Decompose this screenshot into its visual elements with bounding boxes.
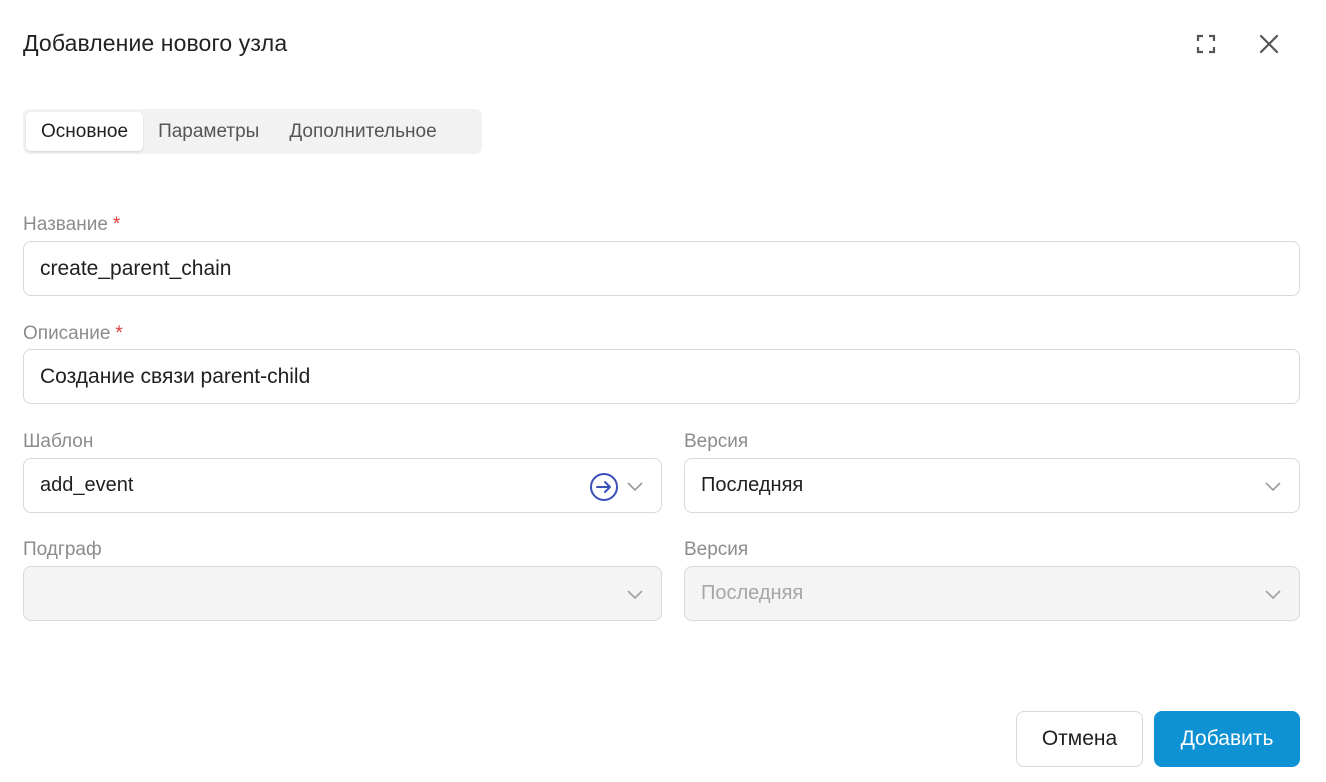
description-field-container — [23, 349, 1300, 404]
chevron-down-icon — [1265, 590, 1281, 600]
name-input[interactable] — [40, 256, 1283, 281]
chevron-down-icon — [627, 590, 643, 600]
tab-main[interactable]: Основное — [26, 112, 144, 151]
description-input[interactable] — [40, 364, 1283, 389]
template-version-select[interactable]: Последняя — [684, 458, 1300, 513]
chevron-down-icon — [627, 482, 643, 492]
name-label: Название * — [23, 214, 120, 236]
expand-icon[interactable] — [1192, 30, 1220, 58]
chevron-down-icon — [1265, 482, 1281, 492]
add-button[interactable]: Добавить — [1154, 711, 1300, 767]
dialog-title: Добавление нового узла — [23, 30, 288, 56]
name-field-container — [23, 241, 1300, 296]
template-select[interactable]: add_event — [23, 458, 662, 513]
arrow-circle-right-icon[interactable] — [589, 472, 619, 502]
description-label: Описание * — [23, 323, 123, 345]
cancel-button[interactable]: Отмена — [1016, 711, 1143, 767]
template-value: add_event — [40, 474, 134, 496]
tab-bar: Основное Параметры Дополнительное — [23, 109, 482, 154]
tab-additional[interactable]: Дополнительное — [274, 112, 451, 151]
close-icon[interactable] — [1255, 30, 1283, 58]
description-label-text: Описание — [23, 323, 111, 344]
required-mark: * — [112, 214, 121, 235]
subgraph-version-select: Последняя — [684, 566, 1300, 621]
subgraph-version-value: Последняя — [701, 582, 804, 604]
subgraph-version-label: Версия — [684, 539, 749, 560]
template-version-label: Версия — [684, 431, 749, 452]
template-version-value: Последняя — [701, 474, 804, 496]
required-mark: * — [115, 323, 123, 344]
subgraph-label: Подграф — [23, 539, 102, 560]
tab-parameters[interactable]: Параметры — [143, 112, 274, 151]
name-label-text: Название — [23, 214, 108, 235]
subgraph-select — [23, 566, 662, 621]
template-label: Шаблон — [23, 431, 94, 452]
